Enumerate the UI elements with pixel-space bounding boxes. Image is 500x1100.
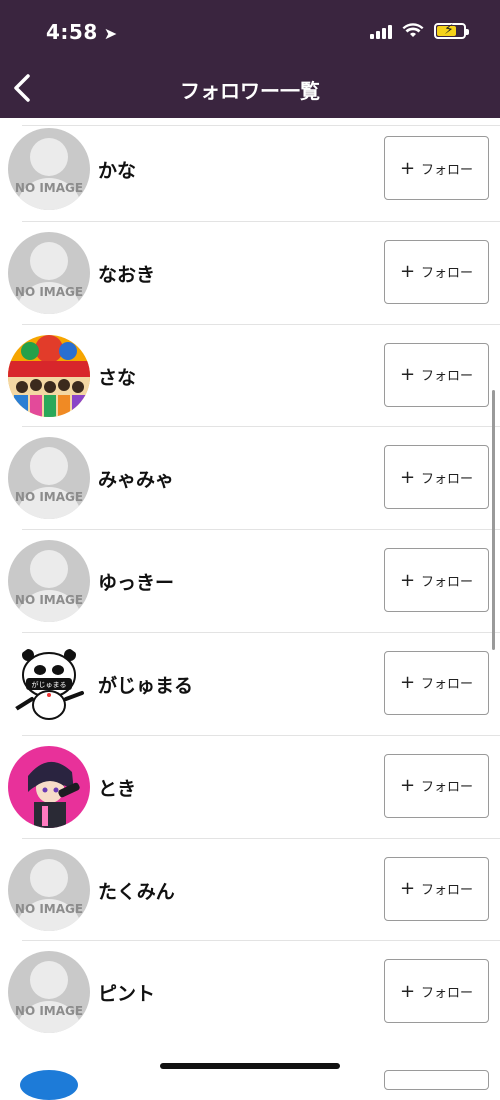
cellular-signal-icon: [370, 23, 392, 39]
follow-button[interactable]: + フォロー: [384, 959, 489, 1024]
plus-icon: +: [399, 261, 416, 283]
follow-button[interactable]: + フォロー: [384, 650, 489, 715]
plus-icon: +: [399, 157, 416, 179]
avatar[interactable]: NO IMAGE: [8, 128, 90, 210]
user-name: ゆっきー: [98, 572, 175, 595]
plus-icon: +: [399, 364, 416, 386]
list-item[interactable]: NO IMAGE みゃみゃ + フォロー: [8, 426, 500, 529]
avatar[interactable]: NO IMAGE: [8, 951, 90, 1034]
follow-button[interactable]: + フォロー: [384, 548, 489, 613]
list-item[interactable]: とき + フォロー: [8, 734, 500, 838]
plus-icon: +: [399, 980, 416, 1002]
panda-illustration-image: がじゅまる: [14, 648, 84, 720]
follow-button[interactable]: + フォロー: [384, 239, 489, 304]
page-title: フォロワー一覧: [180, 79, 320, 103]
no-image-label: NO IMAGE: [14, 181, 84, 195]
list-item[interactable]: NO IMAGE かな + フォロー: [8, 118, 500, 221]
list-item[interactable]: NO IMAGE ピント + フォロー: [8, 940, 500, 1043]
user-name: みゃみゃ: [98, 469, 175, 492]
list-item[interactable]: NO IMAGE ゆっきー + フォロー: [8, 529, 500, 632]
plus-icon: +: [399, 466, 416, 488]
battery-charging-icon: ⚡: [434, 22, 469, 39]
app-header: 4:58 ➤ ⚡ フォロワー一覧: [0, 0, 500, 118]
user-name: かな: [98, 160, 137, 182]
home-indicator[interactable]: [160, 1063, 340, 1069]
user-name: とき: [98, 777, 137, 800]
plus-icon: +: [399, 878, 416, 900]
user-name: さな: [98, 366, 137, 389]
avatar[interactable]: NO IMAGE: [8, 848, 90, 931]
location-arrow-icon: ➤: [103, 24, 118, 43]
plus-icon: +: [399, 569, 416, 591]
follower-list: NO IMAGE かな + フォロー NO IMAGE なおき + フォロー さな …: [0, 118, 500, 1043]
avatar[interactable]: [8, 334, 90, 417]
wifi-icon: [402, 23, 424, 37]
group-photo-image: [8, 334, 90, 417]
user-name: がじゅまる: [98, 674, 194, 697]
no-image-label: NO IMAGE: [14, 1004, 84, 1019]
follow-button[interactable]: + フォロー: [384, 856, 489, 921]
scrollbar[interactable]: [492, 390, 495, 650]
no-image-label: NO IMAGE: [14, 593, 84, 608]
anime-character-image: [28, 761, 80, 828]
avatar[interactable]: NO IMAGE: [8, 540, 90, 623]
avatar[interactable]: NO IMAGE: [8, 231, 90, 314]
follow-button[interactable]: + フォロー: [384, 753, 489, 818]
avatar[interactable]: NO IMAGE: [8, 437, 90, 520]
follow-button[interactable]: [384, 1070, 489, 1090]
no-image-label: NO IMAGE: [14, 490, 84, 505]
no-image-label: NO IMAGE: [14, 901, 84, 916]
user-name: なおき: [98, 263, 156, 286]
status-time: 4:58 ➤: [46, 20, 118, 44]
plus-icon: +: [399, 775, 416, 797]
user-name: ピント: [98, 983, 156, 1006]
list-item[interactable]: がじゅまる がじゅまる + フォロー: [8, 631, 500, 735]
avatar[interactable]: [20, 1070, 78, 1100]
plus-icon: +: [399, 672, 416, 694]
status-icons: ⚡: [370, 22, 469, 39]
list-item[interactable]: NO IMAGE たくみん + フォロー: [8, 837, 500, 941]
no-image-label: NO IMAGE: [14, 284, 84, 299]
follow-button[interactable]: + フォロー: [384, 445, 489, 510]
follow-button[interactable]: + フォロー: [384, 136, 489, 200]
list-item[interactable]: さな + フォロー: [8, 323, 500, 427]
avatar[interactable]: [8, 745, 90, 828]
user-name: たくみん: [98, 880, 175, 903]
panda-text: がじゅまる: [32, 680, 67, 689]
follow-button[interactable]: + フォロー: [384, 342, 489, 407]
list-item[interactable]: NO IMAGE なおき + フォロー: [8, 220, 500, 324]
avatar[interactable]: がじゅまる: [8, 642, 90, 725]
